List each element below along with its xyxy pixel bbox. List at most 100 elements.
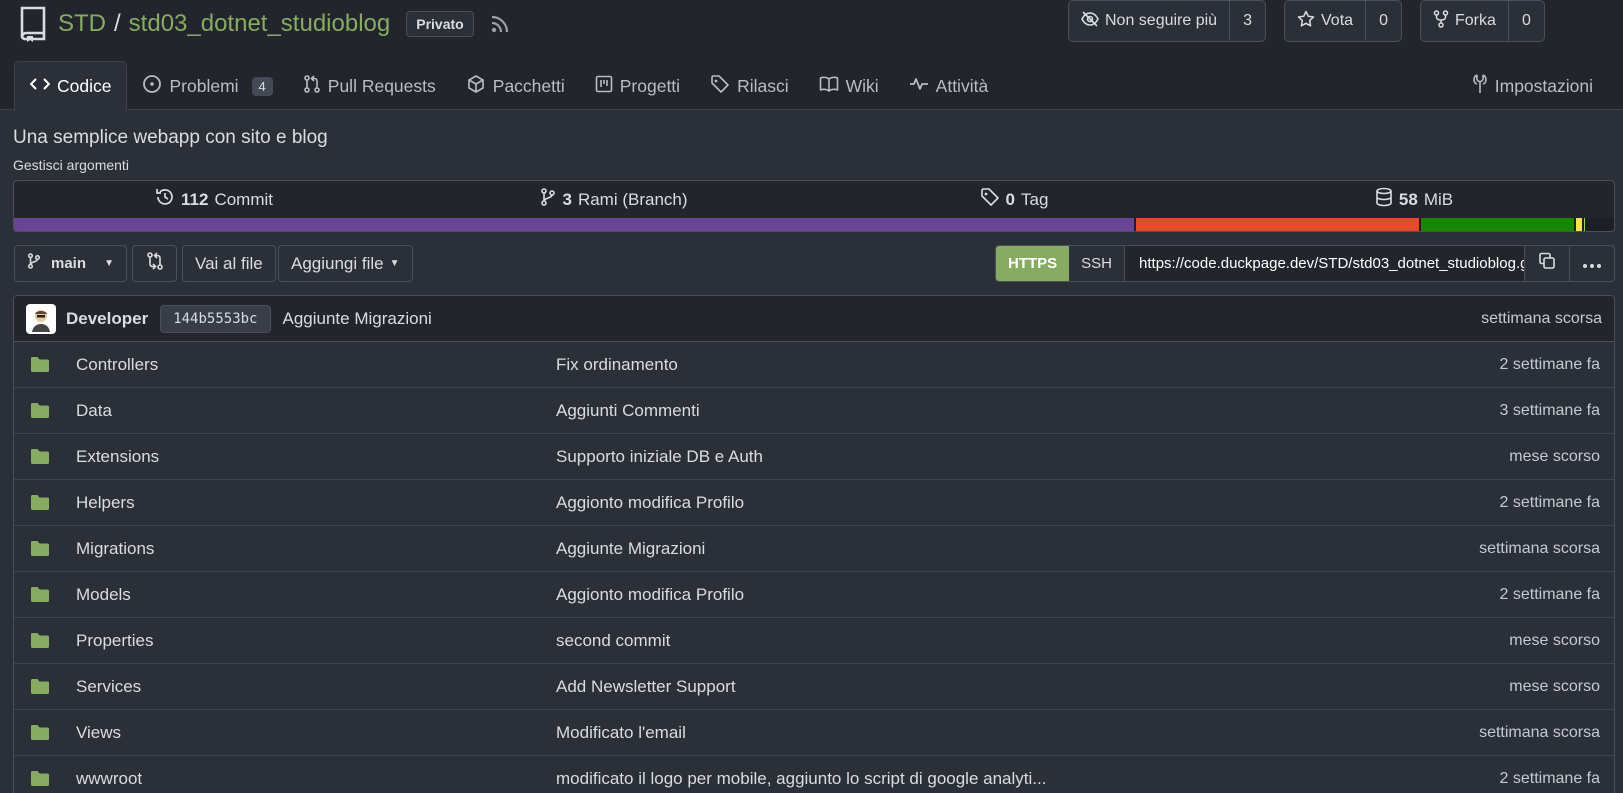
ssh-button[interactable]: SSH	[1069, 246, 1126, 281]
tab-projects[interactable]: Progetti	[580, 61, 695, 111]
fork-label: Forka	[1455, 12, 1496, 29]
file-commit-message[interactable]: Fix ordinamento	[556, 355, 1394, 375]
repo-icon	[16, 5, 50, 43]
file-commit-message[interactable]: Supporto iniziale DB e Auth	[556, 447, 1394, 467]
table-row[interactable]: wwwroot modificato il logo per mobile, ag…	[14, 756, 1614, 793]
tab-packages[interactable]: Pacchetti	[451, 61, 580, 111]
tab-projects-label: Progetti	[619, 75, 681, 96]
file-name-link[interactable]: Extensions	[64, 447, 556, 467]
repo-description: Una semplice webapp con sito e blog	[13, 127, 328, 148]
add-file-dropdown[interactable]: Aggiungi file ▼	[278, 245, 413, 282]
language-segment[interactable]	[14, 218, 1134, 231]
file-commit-message[interactable]: modificato il logo per mobile, aggiunto …	[556, 769, 1394, 789]
package-icon	[466, 74, 486, 99]
file-name-link[interactable]: Views	[64, 723, 556, 743]
table-row[interactable]: Views Modificato l'email settimana scorsa	[14, 710, 1614, 756]
tab-activity[interactable]: Attività	[894, 61, 1004, 111]
issues-count-badge: 4	[251, 76, 273, 96]
https-button[interactable]: HTTPS	[996, 246, 1070, 281]
file-name-link[interactable]: Controllers	[64, 355, 556, 375]
tab-issues-label: Problemi	[169, 75, 239, 96]
file-commit-message[interactable]: Aggiunte Migrazioni	[556, 539, 1394, 559]
forks-count[interactable]: 0	[1507, 1, 1544, 41]
avatar[interactable]	[26, 303, 56, 334]
language-segment[interactable]	[1581, 218, 1586, 231]
latest-commit-row: Developer 144b5553bc Aggiunte Migrazioni…	[14, 296, 1614, 342]
star-label: Vota	[1321, 12, 1354, 29]
file-name-link[interactable]: Models	[64, 585, 556, 605]
language-segment[interactable]	[1134, 218, 1419, 231]
file-commit-message[interactable]: Aggionto modifica Profilo	[556, 493, 1394, 513]
clone-url-input[interactable]: https://code.duckpage.dev/STD/std03_dotn…	[1125, 246, 1524, 281]
copy-url-button[interactable]	[1524, 246, 1569, 281]
file-name-link[interactable]: Properties	[64, 631, 556, 651]
manage-topics-link[interactable]: Gestisci argomenti	[13, 157, 129, 173]
commit-author[interactable]: Developer	[66, 309, 148, 329]
tab-releases[interactable]: Rilasci	[695, 61, 804, 111]
star-button[interactable]: Vota	[1285, 1, 1365, 41]
tab-pull-requests[interactable]: Pull Requests	[288, 61, 451, 111]
table-row[interactable]: Migrations Aggiunte Migrazioni settimana s…	[14, 526, 1614, 572]
table-row[interactable]: Controllers Fix ordinamento 2 settimane fa	[14, 342, 1614, 388]
file-commit-time: mese scorso	[1509, 631, 1600, 649]
tab-wiki[interactable]: Wiki	[804, 61, 894, 111]
language-segment[interactable]	[1418, 218, 1574, 231]
chevron-down-icon: ▼	[389, 258, 400, 269]
goto-file-button[interactable]: Vai al file	[182, 245, 276, 282]
file-name-link[interactable]: Services	[64, 677, 556, 697]
unwatch-label: Non seguire più	[1105, 12, 1218, 29]
compare-icon	[146, 251, 164, 276]
folder-icon	[30, 678, 64, 695]
table-row[interactable]: Data Aggiunti Commenti 3 settimane fa	[14, 388, 1614, 434]
language-segment[interactable]	[1573, 218, 1582, 231]
branches-stat[interactable]: 3 Rami (Branch)	[414, 187, 814, 212]
commits-stat[interactable]: 112 Commit	[14, 187, 414, 212]
tags-stat[interactable]: 0 Tag	[814, 187, 1214, 212]
tag-icon	[710, 74, 730, 99]
unwatch-button[interactable]: Non seguire più	[1069, 1, 1229, 41]
language-bar[interactable]	[14, 218, 1614, 231]
file-commit-message[interactable]: Add Newsletter Support	[556, 677, 1394, 697]
file-commit-message[interactable]: Aggionto modifica Profilo	[556, 585, 1394, 605]
tab-settings[interactable]: Impostazioni	[1457, 61, 1608, 111]
repo-owner-link[interactable]: STD	[58, 10, 106, 38]
file-name-link[interactable]: Migrations	[64, 539, 556, 559]
file-commit-message[interactable]: second commit	[556, 631, 1394, 651]
repo-separator: /	[114, 10, 121, 37]
table-row[interactable]: Services Add Newsletter Support mese scors…	[14, 664, 1614, 710]
table-row[interactable]: Models Aggionto modifica Profilo 2 settima…	[14, 572, 1614, 618]
watchers-count[interactable]: 3	[1229, 1, 1265, 41]
stars-count[interactable]: 0	[1365, 1, 1401, 41]
commits-label: Commit	[214, 189, 273, 209]
branch-selector[interactable]: main ▼	[14, 245, 127, 282]
file-name-link[interactable]: wwwroot	[64, 769, 556, 789]
compare-button[interactable]	[132, 245, 177, 282]
table-row[interactable]: Extensions Supporto iniziale DB e Auth mes…	[14, 434, 1614, 480]
folder-icon	[30, 632, 64, 649]
more-options-button[interactable]	[1569, 246, 1614, 281]
eye-slash-icon	[1081, 10, 1099, 32]
file-commit-message[interactable]: Modificato l'email	[556, 723, 1394, 743]
commit-sha-button[interactable]: 144b5553bc	[160, 304, 271, 333]
branches-label: Rami (Branch)	[577, 189, 688, 209]
fork-button[interactable]: Forka	[1421, 1, 1508, 41]
size-count: 58	[1398, 189, 1418, 209]
file-commit-message[interactable]: Aggiunti Commenti	[556, 401, 1394, 421]
table-row[interactable]: Helpers Aggionto modifica Profilo 2 settim…	[14, 480, 1614, 526]
tab-issues[interactable]: Problemi 4	[127, 61, 287, 111]
pull-request-icon	[303, 74, 321, 99]
commit-message[interactable]: Aggiunte Migrazioni	[283, 309, 432, 329]
file-name-link[interactable]: Helpers	[64, 493, 556, 513]
tab-code[interactable]: Codice	[14, 61, 128, 111]
tab-settings-label: Impostazioni	[1494, 75, 1593, 96]
repo-title: STD / std03_dotnet_studioblog Privato	[16, 4, 510, 44]
repo-name-link[interactable]: std03_dotnet_studioblog	[129, 10, 391, 38]
project-board-icon	[595, 75, 613, 98]
rss-icon[interactable]	[490, 14, 510, 34]
file-commit-time: 2 settimane fa	[1499, 769, 1601, 787]
tab-wiki-label: Wiki	[845, 75, 879, 96]
table-row[interactable]: Properties second commit mese scorso	[14, 618, 1614, 664]
folder-icon	[30, 402, 64, 419]
star-button-group: Vota 0	[1284, 0, 1403, 42]
file-name-link[interactable]: Data	[64, 401, 556, 421]
